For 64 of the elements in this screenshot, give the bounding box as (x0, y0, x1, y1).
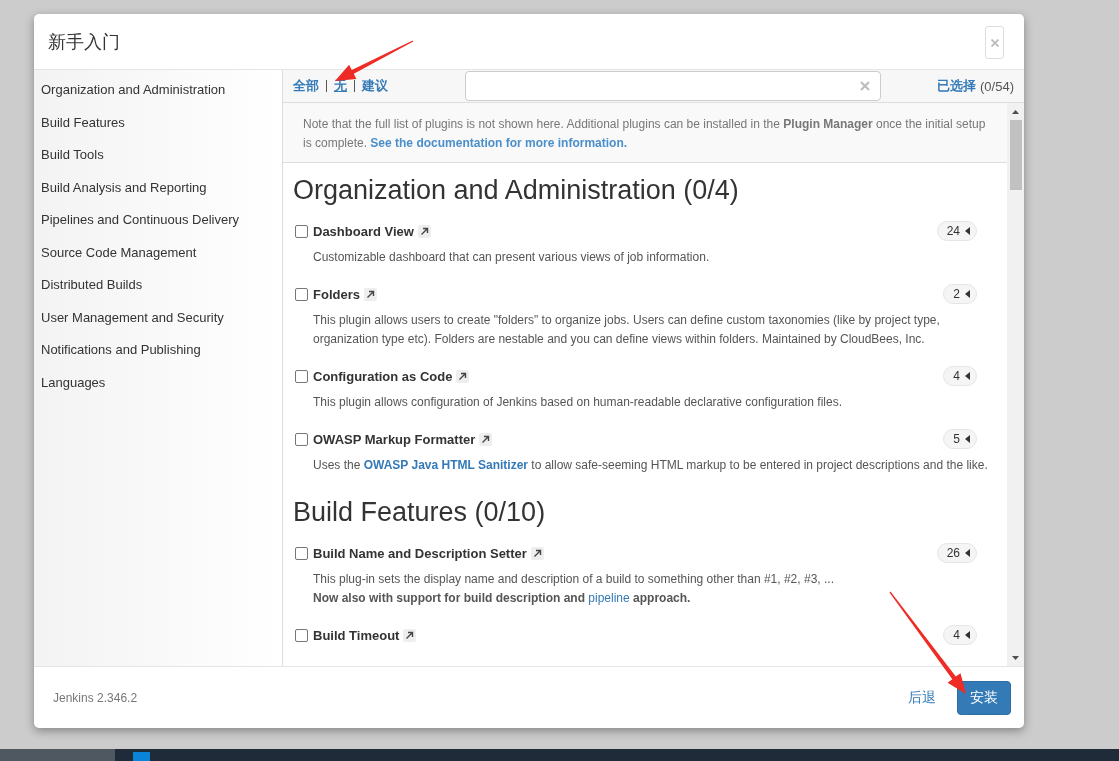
plugin-checkbox[interactable] (295, 432, 308, 446)
version-label: Jenkins 2.346.2 (53, 690, 138, 705)
dependencies-button[interactable]: 4 (943, 366, 977, 386)
caret-icon (965, 372, 970, 380)
plugin-description: This plug-in sets the display name and description of a build to something other than #1, #2, #3, ... Now also with support for build description and pipeline approach. (312, 571, 835, 607)
dependencies-button[interactable]: 5 (943, 429, 977, 449)
section-heading: Organization and Administration (0/4) (293, 174, 740, 207)
plugin-description: This plugin allows configuration of Jenkins based on human-readable declarative configuration files. (312, 394, 843, 411)
setup-note: Note that the full list of plugins is not shown here. Additional plugins can be installed in the Plugin Manager once the initial setup is complete. See the documentation for more information. (303, 116, 987, 152)
plugin-description: Customizable dashboard that can present various views of job information. (312, 249, 711, 266)
sidebar-item[interactable]: User Management and Security (34, 301, 282, 334)
plugin-checkbox[interactable] (295, 224, 308, 238)
sidebar-item[interactable]: Build Analysis and Reporting (34, 171, 282, 204)
plugin-checkbox[interactable] (295, 287, 308, 301)
caret-icon (965, 549, 970, 557)
dependencies-button[interactable]: 26 (936, 543, 977, 563)
dialog-title: 新手入门 (48, 30, 120, 54)
selected-link[interactable]: 已选择 (937, 77, 977, 95)
external-link-icon[interactable] (530, 546, 544, 560)
sidebar-item[interactable]: Build Tools (34, 139, 282, 172)
sidebar-item[interactable]: Source Code Management (34, 236, 282, 269)
search-field[interactable] (465, 71, 881, 101)
external-link-icon[interactable] (456, 369, 470, 383)
text-link[interactable]: OWASP Java HTML Sanitizer (363, 458, 528, 472)
plugin-name: Build Name and Description Setter (313, 545, 527, 561)
text-link[interactable]: pipeline (588, 591, 630, 605)
external-link-icon[interactable] (363, 287, 377, 301)
plugin-name: Folders (313, 286, 360, 302)
sidebar-item[interactable]: Languages (34, 366, 282, 399)
plugin-checkbox[interactable] (295, 628, 308, 642)
caret-icon (965, 290, 970, 298)
sidebar-item[interactable]: Organization and Administration (34, 74, 282, 107)
sidebar-item[interactable]: Build Features (34, 106, 282, 139)
sidebar-item[interactable]: Pipelines and Continuous Delivery (34, 204, 282, 237)
plugin-description: Uses the OWASP Java HTML Sanitizer to allow safe-seeming HTML markup to be entered in project descriptions and the like. (312, 457, 989, 474)
filter-link[interactable]: 无 (334, 77, 347, 95)
dependencies-button[interactable]: 4 (943, 625, 977, 645)
filter-link[interactable]: 建议 (362, 77, 388, 95)
plugin-name: Dashboard View (313, 223, 414, 239)
selected-count: (0/54) (980, 78, 1014, 94)
install-button[interactable]: 安装 (957, 680, 1011, 715)
plugin-name: Build Timeout (313, 627, 400, 643)
plugin-name: Configuration as Code (313, 368, 453, 384)
scrollbar[interactable] (1007, 103, 1024, 666)
plugin-name: OWASP Markup Formatter (313, 431, 476, 447)
dependencies-button[interactable]: 2 (943, 284, 977, 304)
scroll-down-icon[interactable] (1012, 655, 1019, 660)
caret-icon (965, 227, 970, 235)
sidebar-item[interactable]: Notifications and Publishing (34, 334, 282, 367)
external-link-icon[interactable] (479, 432, 493, 446)
close-icon (990, 38, 999, 47)
external-link-icon[interactable] (403, 628, 417, 642)
back-link[interactable]: 后退 (908, 688, 936, 707)
scroll-up-icon[interactable] (1012, 109, 1019, 114)
caret-icon (965, 435, 970, 443)
plugin-checkbox[interactable] (295, 546, 308, 560)
plugin-description: This plugin allows users to create "folders" to organize jobs. Users can define custom taxonomies (like by project type, organization type etc). Folders are nestable and you can define views within folders. Maintained by CloudBees, Inc. (312, 312, 941, 348)
dependencies-button[interactable]: 24 (936, 221, 977, 241)
external-link-icon[interactable] (417, 224, 431, 238)
sidebar-item[interactable]: Distributed Builds (34, 269, 282, 302)
section-heading: Build Features (0/10) (293, 496, 547, 529)
filter-link[interactable]: 全部 (293, 77, 319, 95)
plugin-checkbox[interactable] (295, 369, 308, 383)
scrollbar-thumb[interactable] (1009, 120, 1022, 190)
